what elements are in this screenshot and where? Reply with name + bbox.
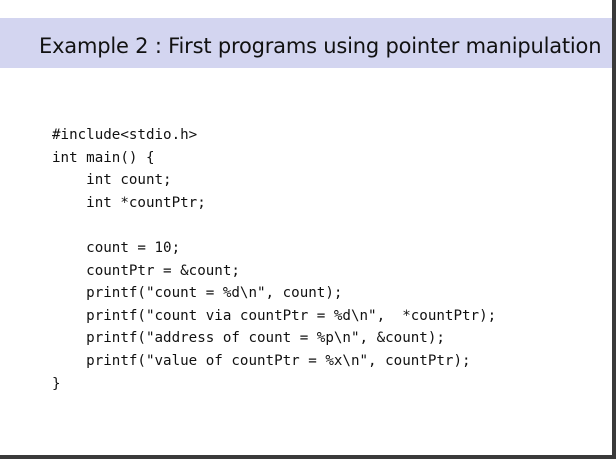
code-line: } bbox=[52, 375, 61, 392]
code-line: printf("address of count = %p\n", &count… bbox=[52, 330, 445, 347]
code-line: #include<stdio.h> bbox=[52, 127, 198, 143]
code-line: countPtr = &count; bbox=[52, 262, 240, 279]
slide: Example 2 : First programs using pointer… bbox=[0, 0, 616, 459]
code-line: printf("count via countPtr = %d\n", *cou… bbox=[52, 307, 497, 324]
code-line: count = 10; bbox=[52, 239, 181, 256]
title-bar: Example 2 : First programs using pointer… bbox=[0, 0, 612, 96]
code-block: #include<stdio.h> int main() { int count;… bbox=[52, 124, 496, 395]
code-line: printf("value of countPtr = %x\n", count… bbox=[52, 352, 471, 369]
code-line: int count; bbox=[52, 172, 172, 189]
code-line: int main() { bbox=[52, 149, 155, 166]
code-line: int *countPtr; bbox=[52, 194, 206, 211]
code-line: printf("count = %d\n", count); bbox=[52, 285, 343, 302]
slide-title: Example 2 : First programs using pointer… bbox=[39, 34, 602, 58]
